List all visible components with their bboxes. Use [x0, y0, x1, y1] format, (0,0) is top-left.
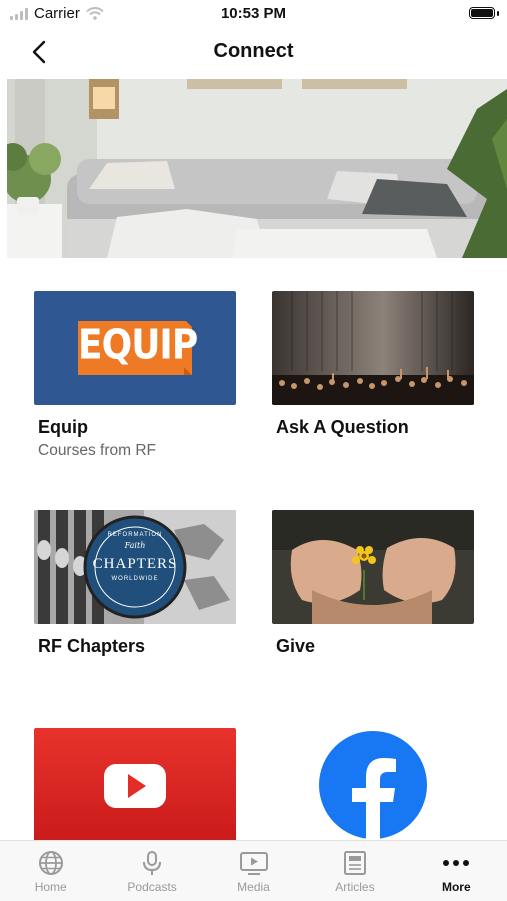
equip-thumbnail: EQUIP — [34, 291, 236, 405]
tile-facebook[interactable] — [272, 728, 474, 842]
youtube-thumbnail — [34, 728, 236, 842]
crowd-photo — [272, 291, 474, 405]
status-bar: Carrier 10:53 PM — [0, 0, 507, 28]
living-room-illustration — [7, 79, 507, 258]
facebook-thumbnail — [272, 728, 474, 842]
tile-ask-a-question-label: Ask A Question — [276, 417, 409, 437]
globe-icon — [38, 851, 63, 875]
tile-equip-label: Equip — [38, 417, 88, 437]
chapters-badge-main: CHAPTERS — [92, 556, 178, 572]
tile-rf-chapters-label: RF Chapters — [38, 636, 146, 656]
tab-articles[interactable]: Articles — [304, 841, 405, 901]
tile-equip[interactable]: EQUIP Equip Courses from RF — [34, 291, 236, 460]
tab-articles-label: Articles — [335, 880, 375, 894]
tab-podcasts[interactable]: Podcasts — [101, 841, 202, 901]
tile-ask-a-question[interactable]: Ask A Question — [272, 291, 474, 438]
navigation-bar: Connect — [0, 28, 507, 78]
tab-media-label: Media — [237, 880, 270, 894]
chapters-badge-sub: WORLDWIDE — [111, 576, 159, 582]
tab-podcasts-label: Podcasts — [127, 880, 177, 894]
tv-play-icon — [239, 852, 268, 875]
ellipsis-icon — [443, 860, 470, 866]
status-time: 10:53 PM — [220, 5, 287, 22]
tab-home-label: Home — [34, 880, 67, 894]
tile-give[interactable]: Give — [272, 510, 474, 657]
facebook-icon — [319, 731, 427, 842]
tab-media[interactable]: Media — [203, 841, 304, 901]
tab-more-label: More — [441, 880, 471, 894]
chapters-badge-brand: Faith — [124, 541, 146, 550]
tab-home[interactable]: Home — [0, 841, 101, 901]
tile-rf-chapters[interactable]: REFORMATION Faith CHAPTERS WORLDWIDE RF … — [34, 510, 236, 657]
rf-chapters-thumbnail: REFORMATION Faith CHAPTERS WORLDWIDE — [34, 510, 236, 624]
equip-logo-text: EQUIP — [78, 321, 198, 370]
give-thumbnail — [272, 510, 474, 624]
chapters-badge-top: REFORMATION — [107, 532, 163, 538]
hero-image — [7, 79, 507, 258]
tab-bar: Home Podcasts Media Articles More — [0, 840, 507, 901]
tab-more[interactable]: More — [406, 841, 507, 901]
ask-question-thumbnail — [272, 291, 474, 405]
tile-youtube[interactable] — [34, 728, 236, 842]
tile-equip-subtitle: Courses from RF — [38, 442, 156, 459]
tile-give-label: Give — [276, 636, 316, 656]
hands-flower-photo — [272, 510, 474, 624]
youtube-icon — [104, 764, 166, 808]
battery-icon — [469, 7, 499, 19]
newspaper-icon — [343, 851, 366, 875]
microphone-icon — [143, 851, 162, 875]
page-title: Connect — [213, 40, 294, 62]
